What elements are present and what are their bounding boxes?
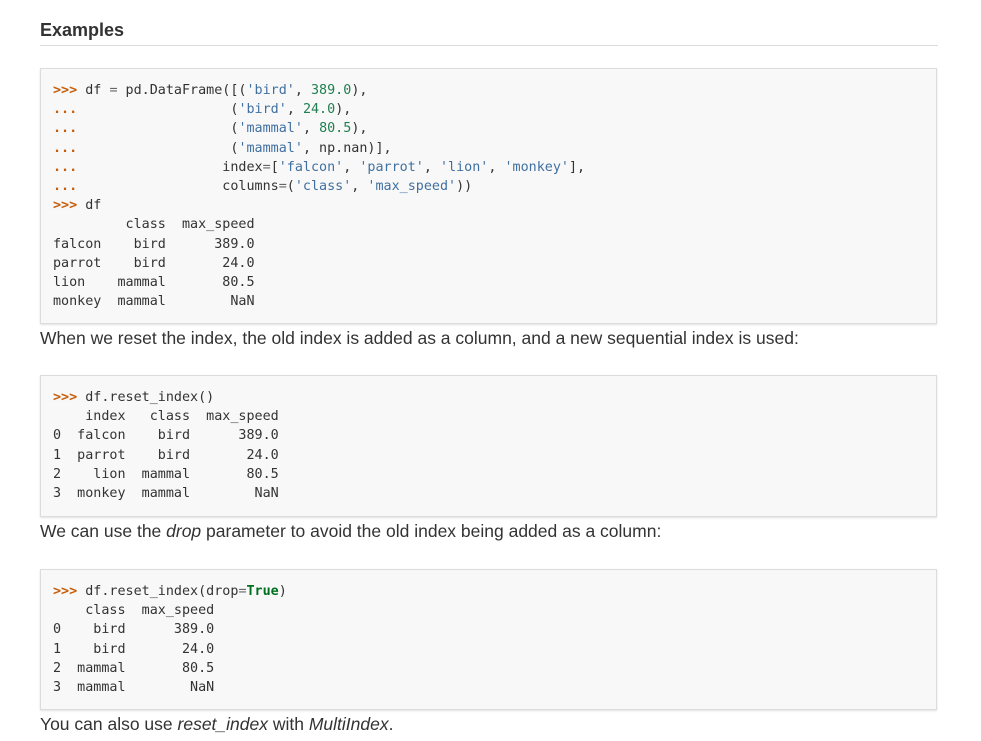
code-token: = (278, 179, 287, 195)
code-token: 0 falcon bird 389.0 (53, 428, 279, 444)
paragraph-multiindex: You can also use reset_index with MultiI… (40, 714, 394, 735)
code-prompt: ... (53, 179, 78, 195)
code-token: 'monkey' (504, 159, 570, 175)
code-token: ), (335, 102, 352, 118)
code-token: df.reset_index() (77, 390, 215, 405)
code-token: 80.5 (319, 121, 352, 137)
code-token: 'max_speed' (367, 179, 457, 195)
heading-divider (40, 45, 938, 46)
code-block-reset-index: >>> df.reset_index() index class max_spe… (40, 375, 937, 517)
code-token: columns (77, 179, 279, 195)
code-token: 'class' (294, 179, 352, 195)
code-token: 'parrot' (359, 159, 424, 175)
code-token: 3 mammal NaN (53, 680, 215, 696)
paragraph-text: . (388, 714, 394, 734)
paragraph-text: with (268, 714, 309, 734)
paragraph-reset-index: When we reset the index, the old index i… (40, 328, 799, 348)
code-token: ( (77, 121, 239, 137)
code-token: parrot bird 24.0 (53, 255, 255, 271)
code-token: , np.nan)], (302, 140, 392, 156)
code-prompt: ... (53, 140, 78, 156)
code-prompt: >>> (53, 83, 78, 98)
code-text: >>> df.reset_index() index class max_spe… (53, 388, 924, 503)
code-token: 24.0 (302, 102, 336, 118)
paragraph-text: You can also use (40, 714, 178, 734)
reset-index-name: reset_index (177, 714, 268, 734)
paragraph-drop-parameter: We can use the drop parameter to avoid t… (40, 521, 661, 542)
code-token: = (109, 83, 118, 98)
code-token: class max_speed (53, 603, 215, 619)
code-text: >>> df.reset_index(drop=True) class max_… (53, 582, 924, 697)
code-token: , (488, 159, 505, 175)
code-token: 2 mammal 80.5 (53, 660, 215, 676)
code-block-reset-index-drop: >>> df.reset_index(drop=True) class max_… (40, 569, 937, 710)
code-text: >>> df = pd.DataFrame([('bird', 389.0), … (53, 81, 924, 311)
code-token: df (77, 198, 102, 214)
code-token: lion mammal 80.5 (53, 275, 255, 291)
code-token: index (77, 159, 263, 175)
code-token: df.reset_index(drop (77, 584, 239, 599)
code-token: ( (77, 102, 239, 118)
code-token: 1 parrot bird 24.0 (53, 447, 279, 463)
code-token: )) (456, 179, 473, 195)
code-token: , (343, 159, 360, 175)
code-prompt: ... (53, 102, 78, 118)
paragraph-text: We can use the (40, 521, 167, 541)
code-token: , (351, 179, 368, 195)
drop-param-name: drop (166, 521, 202, 541)
code-token: index class max_speed (53, 409, 279, 425)
code-token: 0 bird 389.0 (53, 622, 215, 638)
code-token: ], (569, 159, 586, 175)
code-prompt: >>> (53, 198, 78, 214)
code-token: , (423, 159, 440, 175)
code-token: True (246, 584, 279, 599)
code-token: ), (351, 83, 368, 98)
code-token: ( (286, 179, 295, 195)
code-token: 'bird' (246, 83, 295, 98)
code-token: 3 monkey mammal NaN (53, 486, 279, 502)
code-token: 1 bird 24.0 (53, 641, 215, 657)
code-token: pd.DataFrame([( (117, 83, 247, 98)
code-prompt: >>> (53, 584, 78, 599)
code-token: 'mammal' (238, 121, 303, 137)
code-token: = (262, 159, 271, 175)
code-token: 389.0 (311, 83, 352, 98)
multiindex-name: MultiIndex (308, 714, 389, 734)
code-block-dataframe: >>> df = pd.DataFrame([('bird', 389.0), … (40, 68, 937, 324)
code-token: ( (77, 140, 239, 156)
code-token: [ (270, 159, 279, 175)
code-token: falcon bird 389.0 (53, 236, 255, 252)
section-heading: Examples (40, 20, 125, 40)
code-token: 2 lion mammal 80.5 (53, 466, 279, 482)
code-token: = (238, 584, 247, 599)
code-token: 'lion' (440, 159, 489, 175)
code-token: df (77, 83, 110, 98)
code-prompt: >>> (53, 390, 78, 405)
code-token: , (286, 102, 303, 118)
code-token: monkey mammal NaN (53, 294, 255, 310)
code-prompt: ... (53, 159, 78, 175)
code-token: 'mammal' (238, 140, 303, 156)
code-token: 'falcon' (278, 159, 344, 175)
code-token: , (294, 83, 311, 98)
code-token: 'bird' (238, 102, 287, 118)
code-token: , (302, 121, 320, 137)
code-token: class max_speed (53, 217, 255, 233)
code-token: ) (278, 584, 287, 599)
code-token: ), (351, 121, 368, 137)
code-prompt: ... (53, 121, 78, 137)
paragraph-text: parameter to avoid the old index being a… (201, 521, 662, 541)
